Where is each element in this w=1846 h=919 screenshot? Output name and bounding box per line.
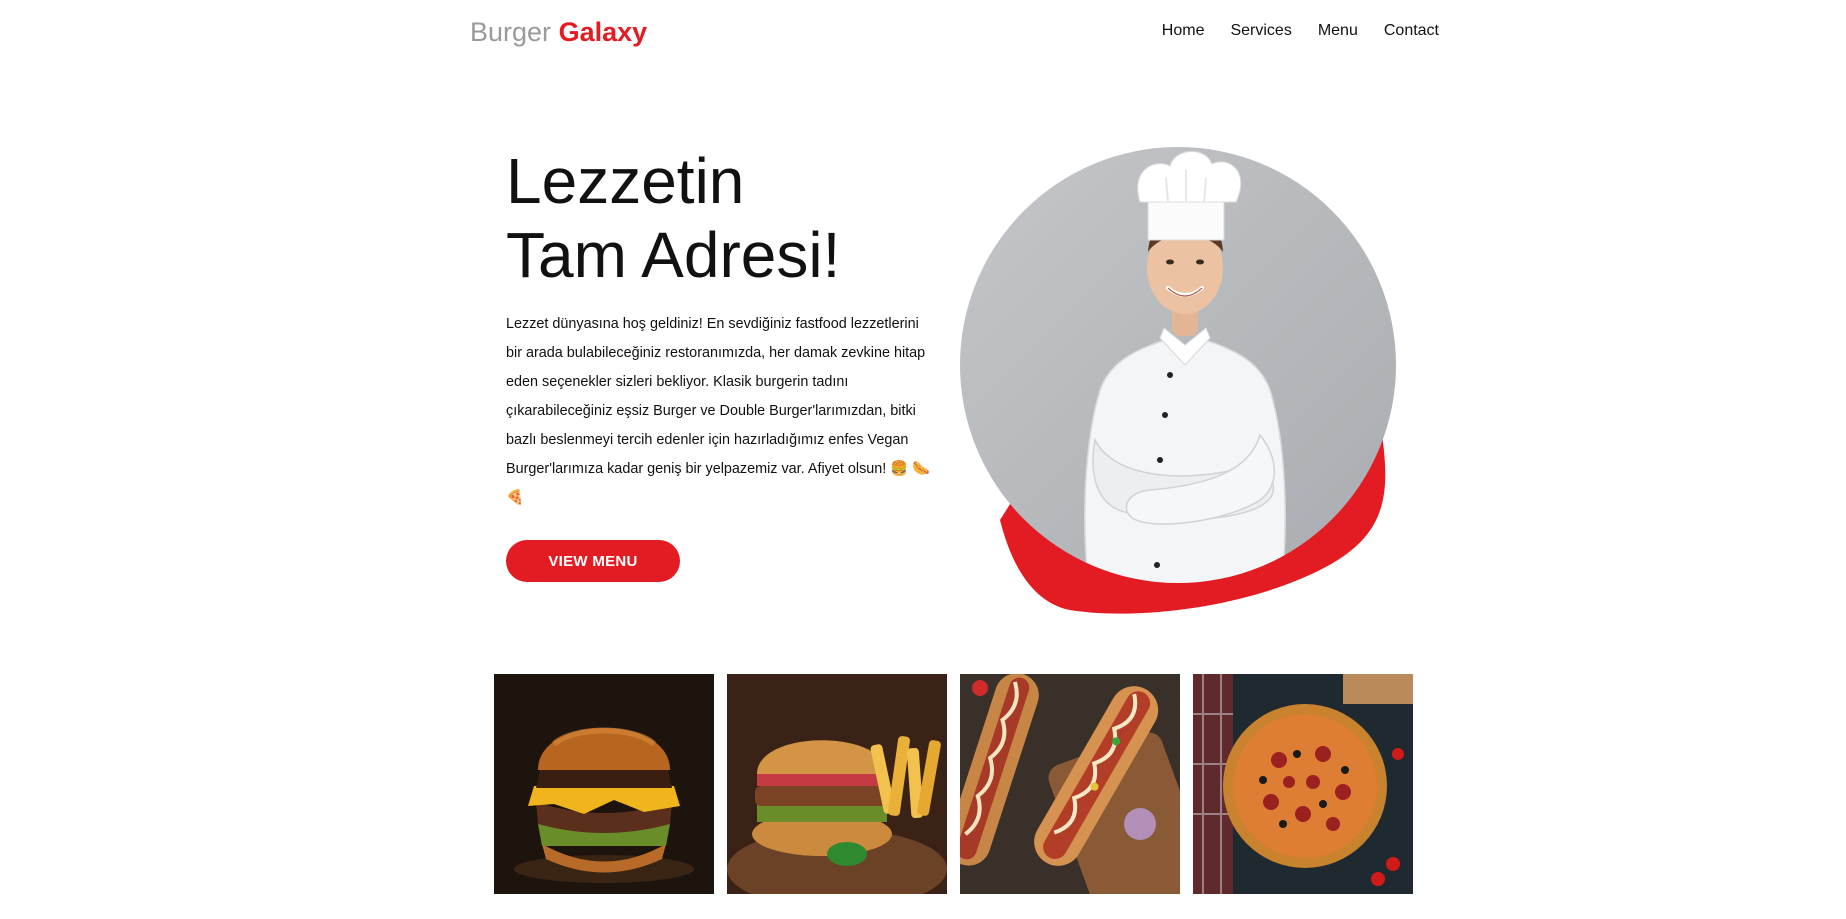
logo-text-galaxy: Galaxy (558, 17, 648, 47)
pizza-photo-icon (1193, 674, 1413, 894)
nav-link-contact[interactable]: Contact (1384, 20, 1439, 42)
top-navbar: Burger Galaxy Home Services Menu Contact (0, 0, 1846, 64)
gallery-item-pizza[interactable] (1193, 674, 1413, 894)
burger-fries-photo-icon (727, 674, 947, 894)
gallery-item-hotdog[interactable] (960, 674, 1180, 894)
nav-link-menu[interactable]: Menu (1318, 20, 1358, 42)
burger-photo-icon (494, 674, 714, 894)
hero-description: Lezzet dünyasına hoş geldiniz! En sevdiğ… (506, 316, 931, 506)
hero-title-line1: Lezzetin (506, 145, 745, 217)
gallery-item-burger-fries[interactable] (727, 674, 947, 894)
nav-link-services[interactable]: Services (1230, 20, 1291, 42)
gallery-item-burger[interactable] (494, 674, 714, 894)
nav-link-home[interactable]: Home (1162, 20, 1205, 42)
chef-illustration (960, 147, 1396, 614)
food-gallery (494, 674, 1413, 894)
brand-logo[interactable]: Burger Galaxy (470, 15, 647, 49)
hero-title: Lezzetin Tam Adresi! (506, 144, 840, 292)
main-menu: Home Services Menu Contact (1162, 20, 1439, 42)
view-menu-button[interactable]: VIEW MENU (506, 540, 680, 582)
logo-text-burger: Burger (470, 17, 552, 47)
hero-title-line2: Tam Adresi! (506, 219, 841, 291)
hotdog-photo-icon (960, 674, 1180, 894)
chef-hero-image (960, 140, 1430, 620)
